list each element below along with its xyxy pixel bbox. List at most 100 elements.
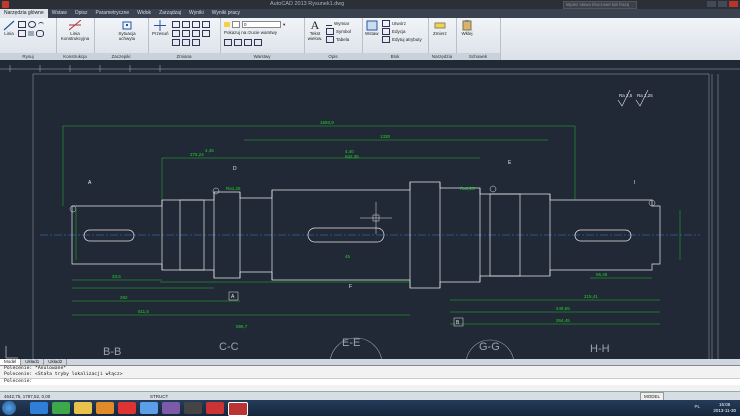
trim-icon[interactable] [182, 21, 190, 28]
symbol-row: Symbol [326, 28, 351, 35]
line-tool-label: Linia [4, 31, 14, 36]
callout-letters: A D E F I [88, 160, 635, 290]
tab-view[interactable]: Widok [133, 9, 155, 18]
drawing-border [32, 73, 719, 364]
table-button[interactable]: Tabela [336, 37, 349, 42]
mtext-label: Tekst wielow. [307, 31, 323, 41]
symbol-button[interactable]: Symbol [336, 29, 351, 34]
layer-dropdown[interactable]: 0 [242, 21, 281, 28]
create-block-button[interactable]: Utwórz [392, 21, 406, 26]
dim-row: Wymiar [326, 20, 349, 26]
panel-annotation-title: Opis [304, 53, 362, 60]
section-label: H-H [590, 343, 610, 355]
modify-row-1 [172, 21, 210, 28]
minimize-button[interactable] [707, 1, 716, 7]
construct-line-tool[interactable]: Linia Konstrukcyjna [61, 20, 89, 41]
panel-snap-title: Zaczepiki [94, 53, 148, 60]
measure-tool[interactable]: Zmierz [433, 20, 447, 36]
edit-attributes-button[interactable]: Edytuj atrybuty [392, 37, 422, 42]
layer-color-swatch[interactable] [232, 21, 240, 28]
xline-icon [69, 20, 81, 31]
help-search-input[interactable]: Wpisz słowo kluczowe lub frazę [563, 1, 637, 9]
explorer-taskbar-icon[interactable] [74, 402, 92, 414]
app-taskbar-icon[interactable] [162, 402, 180, 414]
erase-icon[interactable] [172, 39, 180, 46]
start-button[interactable] [2, 401, 16, 415]
pdf-taskbar-icon[interactable] [206, 402, 224, 414]
rectangle-icon[interactable] [18, 30, 26, 37]
move-tool[interactable]: Przesuń [152, 20, 169, 36]
clipboard-icon [462, 20, 472, 31]
modify-row-3 [172, 39, 200, 46]
command-input[interactable]: Polecenie: [0, 378, 740, 385]
panel-construct-title: Konstrukcja [56, 53, 94, 60]
app-menu-button[interactable] [2, 1, 9, 8]
layer-iso-icon[interactable] [234, 39, 242, 46]
tab-parametric[interactable]: Parametryczne [92, 9, 134, 18]
dim-text: 215,41 [584, 294, 598, 299]
snap-label: Sytuacja uchwytu [118, 31, 136, 41]
array-icon[interactable] [202, 30, 210, 37]
autocad-taskbar-icon[interactable] [228, 402, 248, 416]
mirror-icon[interactable] [202, 21, 210, 28]
chrome-taskbar-icon[interactable] [118, 402, 136, 414]
media-taskbar-icon[interactable] [96, 402, 114, 414]
grip-icon [122, 21, 132, 30]
arc-icon[interactable] [38, 21, 44, 28]
taskbar-clock[interactable]: 15:06 2013-11-30 [713, 402, 736, 414]
edit-block-button[interactable]: Edycja [392, 29, 406, 34]
skype-taskbar-icon[interactable] [140, 402, 158, 414]
callout-letter: F [349, 284, 352, 290]
line-tool[interactable]: Linia [3, 20, 15, 36]
top-tick-strip [0, 65, 740, 72]
language-indicator[interactable]: PL [694, 404, 700, 409]
layer-lock-icon[interactable] [254, 39, 262, 46]
tab-manage[interactable]: Zarządzaj [155, 9, 185, 18]
torrent-taskbar-icon[interactable] [52, 402, 70, 414]
dim-text: 264,45 [556, 318, 570, 323]
insert-block-tool[interactable]: Wstaw [365, 20, 379, 36]
mtext-tool[interactable]: A Tekst wielow. [307, 19, 323, 41]
paste-tool[interactable]: Wklej [461, 20, 473, 36]
ie-taskbar-icon[interactable] [30, 402, 48, 414]
stretch-icon[interactable] [182, 30, 190, 37]
ellipse-icon[interactable] [36, 30, 44, 37]
layer-props-icon[interactable] [224, 39, 232, 46]
chevron-down-icon: ▾ [283, 21, 286, 27]
ribbon: Linia Rysuj Linia Konstrukcyjna Konstruk… [0, 18, 740, 61]
section-labels: B-B C-C E-E G-G H-H [103, 337, 610, 358]
insert-label: Wstaw [365, 31, 379, 36]
panel-construct: Linia Konstrukcyjna Konstrukcja [56, 18, 95, 60]
light-bulb-icon[interactable] [224, 22, 230, 27]
hatch-icon[interactable] [28, 31, 34, 36]
draw-row-1 [18, 21, 44, 28]
section-label: G-G [479, 341, 500, 353]
snap-tool[interactable]: Sytuacja uchwytu [112, 20, 142, 41]
window-controls [707, 1, 738, 7]
dim-text: 4,45 [205, 148, 214, 153]
explode-icon[interactable] [182, 39, 190, 46]
section-label: E-E [342, 337, 360, 349]
offset-icon[interactable] [192, 39, 200, 46]
maximize-button[interactable] [718, 1, 727, 7]
panel-draw-title: Rysuj [0, 53, 56, 60]
tab-results[interactable]: Wyniki pracy [208, 9, 244, 18]
layer-freeze-icon[interactable] [244, 39, 252, 46]
layer-state[interactable]: Pokazuj na rzucie warstwy [224, 30, 277, 35]
ruler-icon [434, 22, 446, 29]
polyline-icon[interactable] [18, 21, 26, 28]
tab-home[interactable]: Narzędzia główne [0, 9, 48, 18]
close-button[interactable] [729, 1, 738, 7]
tab-output[interactable]: Wyniki [185, 9, 208, 18]
dimension-button[interactable]: Wymiar [334, 21, 349, 26]
app-taskbar-icon[interactable] [184, 402, 202, 414]
copy-icon[interactable] [192, 21, 200, 28]
tab-insert[interactable]: Wstaw [48, 9, 71, 18]
tab-annotate[interactable]: Opisz [71, 9, 92, 18]
scale-icon[interactable] [192, 30, 200, 37]
drawing-canvas[interactable]: 1693,9 1330 275,24 4,45 4,40 642,36 33,6… [0, 60, 740, 364]
circle-icon[interactable] [28, 21, 36, 28]
fillet-icon[interactable] [172, 30, 180, 37]
rotate-icon[interactable] [172, 21, 180, 28]
dim-text: 1693,9 [320, 120, 334, 125]
